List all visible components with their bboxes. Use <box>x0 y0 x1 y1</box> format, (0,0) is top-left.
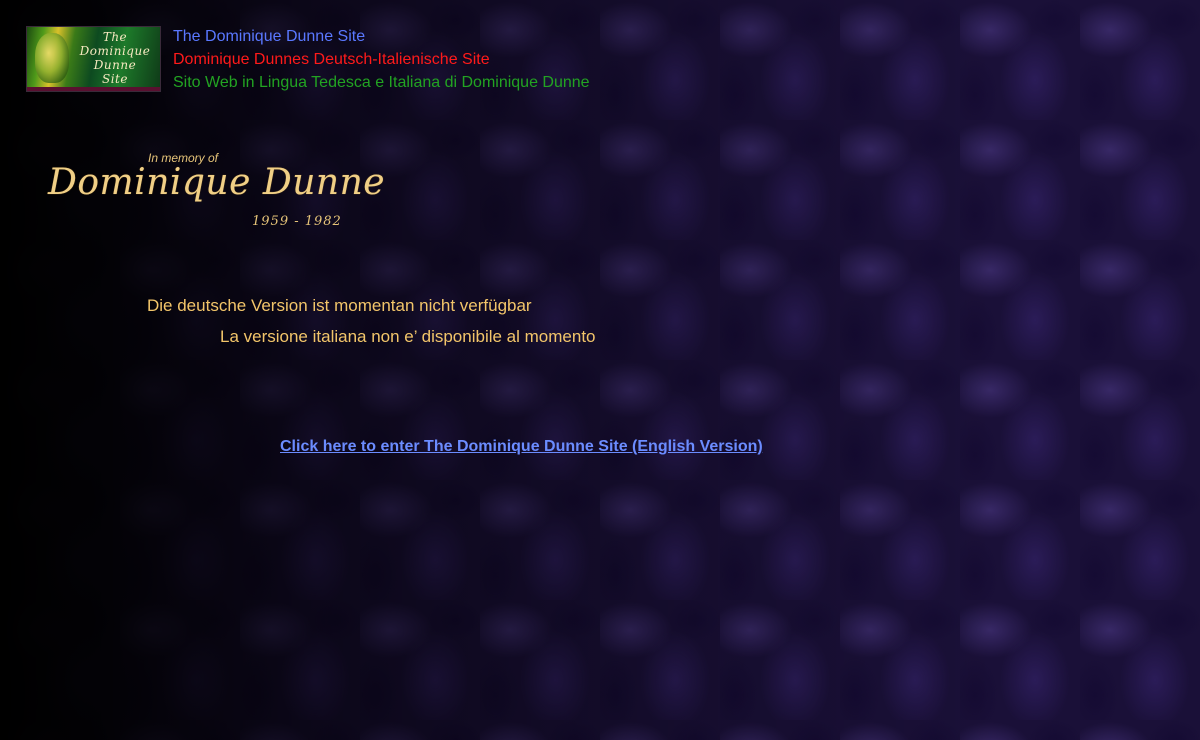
italian-unavailable-message: La versione italiana non e’ disponibile … <box>220 327 596 346</box>
memorial-years: 1959 - 1982 <box>252 214 342 229</box>
memorial-heading: In memory of Dominique Dunne 1959 - 1982 <box>48 148 385 238</box>
enter-english-site-link[interactable]: Click here to enter The Dominique Dunne … <box>280 438 763 456</box>
memorial-name: Dominique Dunne <box>48 162 386 203</box>
logo-line: The <box>102 30 128 44</box>
site-logo-image: The Dominique Dunne Site <box>26 26 161 92</box>
logo-text: The Dominique Dunne Site <box>76 30 154 86</box>
german-unavailable-message: Die deutsche Version ist momentan nicht … <box>147 296 532 315</box>
site-title-english: The Dominique Dunne Site <box>173 28 366 45</box>
site-title-german: Dominique Dunnes Deutsch-Italienische Si… <box>173 51 490 68</box>
logo-bottom-bar <box>27 87 160 91</box>
site-titles: The Dominique Dunne Site Dominique Dunne… <box>173 25 590 94</box>
site-title-italian: Sito Web in Lingua Tedesca e Italiana di… <box>173 74 590 91</box>
portrait-graphic <box>35 33 69 83</box>
logo-line: Site <box>102 72 128 86</box>
logo-line: Dunne <box>93 58 137 72</box>
logo-line: Dominique <box>79 44 151 58</box>
